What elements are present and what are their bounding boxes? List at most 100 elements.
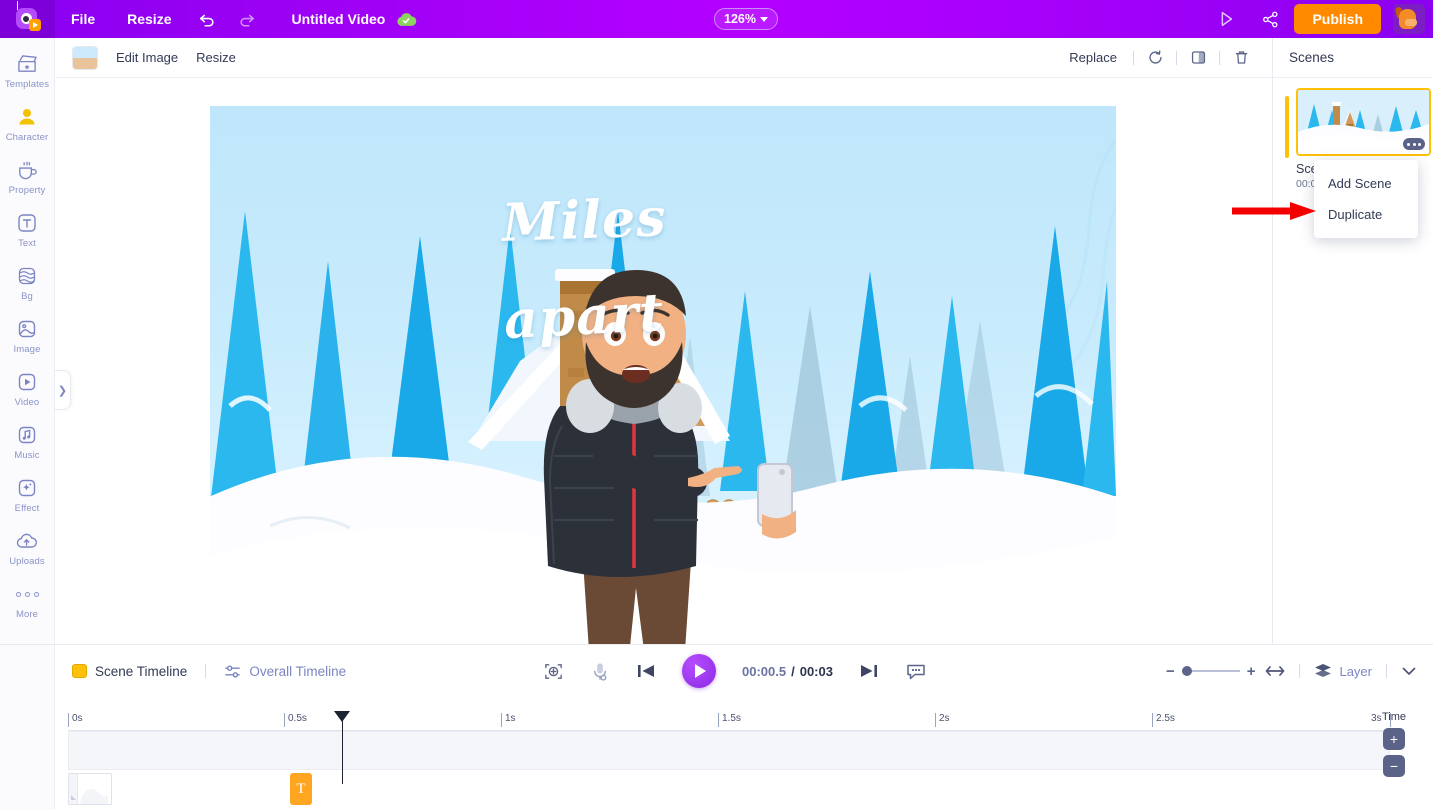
- layers-icon: [1314, 663, 1332, 679]
- scene-active-indicator: [1285, 96, 1289, 158]
- canvas-text-apart[interactable]: apart: [503, 282, 666, 351]
- sidebar-item-uploads[interactable]: Uploads: [0, 529, 55, 567]
- replace-button[interactable]: Replace: [1059, 43, 1127, 73]
- scene-options-dots-icon[interactable]: [1403, 138, 1425, 150]
- sidebar-item-property[interactable]: Property: [0, 158, 55, 196]
- reset-rotate-icon[interactable]: [1140, 43, 1170, 73]
- scenes-panel: Scenes 00:03: [1272, 38, 1433, 644]
- time-zoom-controls: Time + −: [1373, 711, 1415, 782]
- chevron-down-icon: [759, 16, 768, 22]
- clip-resize-handle[interactable]: [69, 774, 78, 804]
- timeline-track-main[interactable]: [68, 731, 1390, 770]
- playhead-handle[interactable]: [334, 711, 350, 722]
- play-button[interactable]: [682, 654, 716, 688]
- time-increase-button[interactable]: +: [1383, 728, 1405, 750]
- zoom-level-selector[interactable]: 126%: [714, 8, 778, 30]
- text-icon: [15, 211, 39, 235]
- sidebar-item-character[interactable]: Character: [0, 105, 55, 143]
- canvas-text-miles[interactable]: Miles: [501, 187, 667, 254]
- timeline-layer-row[interactable]: T: [68, 771, 1390, 807]
- timeline-zoom-slider[interactable]: − +: [1166, 663, 1256, 680]
- slider-knob[interactable]: [1181, 666, 1192, 676]
- fit-width-icon[interactable]: [1265, 664, 1285, 678]
- redo-icon[interactable]: [227, 0, 267, 38]
- layer-selector[interactable]: Layer: [1314, 663, 1372, 679]
- text-clip[interactable]: T: [290, 773, 312, 805]
- divider: [205, 664, 207, 678]
- more-dots-icon: [15, 582, 39, 606]
- sidebar-item-effect[interactable]: Effect: [0, 476, 55, 514]
- playhead-line: [342, 719, 343, 784]
- menu-file[interactable]: File: [55, 0, 111, 38]
- timeline-toolbar: Scene Timeline Overall Timeline 00:00.5 …: [56, 645, 1433, 697]
- sidebar-item-music[interactable]: Music: [0, 423, 55, 461]
- timeline-ruler-area: 0s 0.5s 1s 1.5s 2s 2.5s 3s T Time + −: [56, 697, 1433, 810]
- app-logo[interactable]: [0, 0, 55, 38]
- music-icon: [15, 423, 39, 447]
- sidebar-item-text-label: Text: [18, 238, 36, 249]
- effect-icon: [15, 476, 39, 500]
- property-icon: [15, 158, 39, 182]
- divider: [1386, 664, 1387, 678]
- timeline-ruler[interactable]: 0s 0.5s 1s 1.5s 2s 2.5s 3s: [68, 713, 1391, 731]
- current-time: 00:00.5: [742, 663, 787, 679]
- selected-image-thumbnail[interactable]: [72, 45, 98, 70]
- divider: [1219, 50, 1220, 65]
- scene-list-item[interactable]: [1285, 88, 1433, 158]
- timeline-collapse-chevron[interactable]: [1401, 665, 1417, 677]
- sidebar-item-more[interactable]: More: [0, 582, 55, 620]
- sidebar-item-templates-label: Templates: [4, 79, 50, 90]
- edit-image-button[interactable]: Edit Image: [116, 50, 178, 65]
- left-sidebar: Templates Character Property Text Bg Ima…: [0, 38, 55, 810]
- cloud-saved-icon: [395, 10, 417, 28]
- time-decrease-button[interactable]: −: [1383, 755, 1405, 777]
- time-separator: /: [791, 663, 795, 679]
- menu-item-add-scene[interactable]: Add Scene: [1314, 168, 1418, 199]
- microphone-icon[interactable]: [590, 661, 610, 682]
- preview-play-icon[interactable]: [1206, 0, 1246, 38]
- templates-icon: [15, 52, 39, 76]
- focus-target-icon[interactable]: [543, 661, 564, 682]
- tab-overall-timeline[interactable]: Overall Timeline: [224, 663, 346, 680]
- menu-resize[interactable]: Resize: [111, 0, 187, 38]
- divider: [1299, 664, 1301, 678]
- scene-1-thumbnail[interactable]: [1296, 88, 1431, 156]
- publish-button[interactable]: Publish: [1294, 4, 1381, 34]
- zoom-level-value: 126%: [724, 12, 756, 26]
- skip-next-icon[interactable]: [859, 663, 879, 679]
- sidebar-item-image[interactable]: Image: [0, 317, 55, 355]
- resize-image-button[interactable]: Resize: [196, 50, 236, 65]
- sidebar-item-video[interactable]: Video: [0, 370, 55, 408]
- sidebar-item-character-label: Character: [5, 132, 49, 143]
- caption-bubble-icon[interactable]: [905, 662, 927, 681]
- scene-timeline-icon: [72, 664, 87, 678]
- tab-scene-timeline[interactable]: Scene Timeline: [72, 664, 187, 679]
- tab-overall-timeline-label: Overall Timeline: [249, 663, 347, 679]
- undo-icon[interactable]: [187, 0, 227, 38]
- time-controls-label: Time: [1381, 711, 1407, 723]
- chevron-right-icon: ❯: [57, 384, 68, 397]
- winter-cabin-illustration[interactable]: Miles apart: [210, 106, 1116, 644]
- background-clip[interactable]: [68, 773, 112, 805]
- canvas-area[interactable]: Miles apart: [56, 78, 1272, 644]
- sidebar-item-templates[interactable]: Templates: [0, 52, 55, 90]
- total-time: 00:03: [799, 663, 833, 679]
- share-icon[interactable]: [1250, 0, 1290, 38]
- menu-item-duplicate[interactable]: Duplicate: [1314, 199, 1418, 230]
- skip-previous-icon[interactable]: [636, 663, 656, 679]
- trash-icon[interactable]: [1226, 43, 1256, 73]
- zoom-in-button[interactable]: +: [1247, 663, 1256, 680]
- sidebar-item-bg[interactable]: Bg: [0, 264, 55, 302]
- sidebar-item-effect-label: Effect: [14, 503, 40, 514]
- sidebar-item-text[interactable]: Text: [0, 211, 55, 249]
- zoom-out-button[interactable]: −: [1166, 663, 1175, 680]
- user-avatar[interactable]: [1393, 4, 1425, 34]
- app-root: File Resize Untitled Video 126% Publish …: [0, 0, 1433, 810]
- sidebar-collapse-toggle[interactable]: ❯: [55, 370, 71, 410]
- red-arrow-annotation: [1232, 202, 1316, 220]
- flip-icon[interactable]: [1183, 43, 1213, 73]
- project-title[interactable]: Untitled Video: [267, 11, 395, 27]
- ruler-tick-2s: 2s: [935, 713, 950, 727]
- menu-file-label: File: [71, 11, 96, 27]
- slider-track[interactable]: [1181, 666, 1240, 676]
